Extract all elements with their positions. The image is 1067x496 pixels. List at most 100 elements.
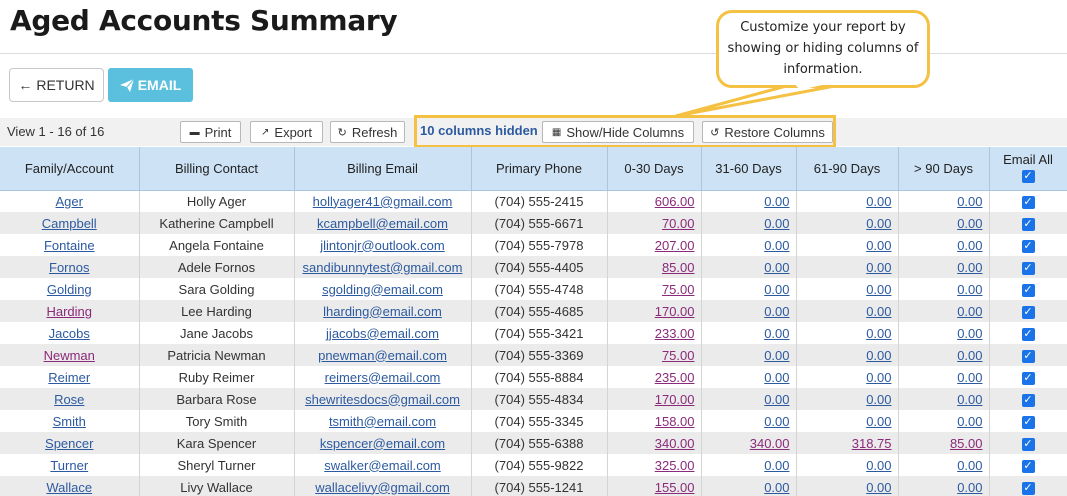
email-link[interactable]: shewritesdocs@gmail.com: [305, 392, 460, 407]
email-link[interactable]: kspencer@email.com: [320, 436, 445, 451]
email-link[interactable]: jlintonjr@outlook.com: [320, 238, 444, 253]
email-link[interactable]: wallacelivy@gmail.com: [315, 480, 450, 495]
amount-90-plus-link[interactable]: 0.00: [957, 370, 982, 385]
amount-90-plus-link[interactable]: 0.00: [957, 282, 982, 297]
account-link[interactable]: Reimer: [48, 370, 90, 385]
amount-61-90-link[interactable]: 0.00: [866, 458, 891, 473]
amount-61-90-link[interactable]: 0.00: [866, 304, 891, 319]
email-select-checkbox[interactable]: ✓: [1021, 393, 1035, 407]
amount-0-30-link[interactable]: 85.00: [662, 260, 695, 275]
amount-31-60-link[interactable]: 340.00: [750, 436, 790, 451]
account-link[interactable]: Ager: [56, 194, 83, 209]
email-select-checkbox[interactable]: ✓: [1021, 283, 1035, 297]
email-select-checkbox[interactable]: ✓: [1021, 349, 1035, 363]
email-select-checkbox[interactable]: ✓: [1021, 327, 1035, 341]
amount-0-30-link[interactable]: 75.00: [662, 282, 695, 297]
amount-90-plus-link[interactable]: 0.00: [957, 238, 982, 253]
amount-61-90-link[interactable]: 0.00: [866, 370, 891, 385]
amount-90-plus-link[interactable]: 0.00: [957, 304, 982, 319]
amount-31-60-link[interactable]: 0.00: [764, 480, 789, 495]
amount-90-plus-link[interactable]: 0.00: [957, 216, 982, 231]
email-link[interactable]: lharding@email.com: [323, 304, 442, 319]
email-link[interactable]: sandibunnytest@gmail.com: [303, 260, 463, 275]
amount-31-60-link[interactable]: 0.00: [764, 194, 789, 209]
amount-0-30-link[interactable]: 158.00: [655, 414, 695, 429]
amount-0-30-link[interactable]: 70.00: [662, 216, 695, 231]
amount-31-60-link[interactable]: 0.00: [764, 282, 789, 297]
column-header-contact[interactable]: Billing Contact: [139, 147, 295, 191]
amount-61-90-link[interactable]: 0.00: [866, 348, 891, 363]
print-button[interactable]: ▬ Print: [180, 121, 241, 143]
account-link[interactable]: Golding: [47, 282, 92, 297]
return-button[interactable]: ← RETURN: [9, 68, 104, 102]
email-select-checkbox[interactable]: ✓: [1021, 217, 1035, 231]
account-link[interactable]: Rose: [54, 392, 84, 407]
email-link[interactable]: hollyager41@gmail.com: [313, 194, 453, 209]
email-select-checkbox[interactable]: ✓: [1021, 481, 1035, 495]
email-select-checkbox[interactable]: ✓: [1021, 459, 1035, 473]
amount-0-30-link[interactable]: 233.00: [655, 326, 695, 341]
amount-61-90-link[interactable]: 0.00: [866, 194, 891, 209]
amount-90-plus-link[interactable]: 0.00: [957, 194, 982, 209]
amount-61-90-link[interactable]: 0.00: [866, 238, 891, 253]
amount-90-plus-link[interactable]: 0.00: [957, 260, 982, 275]
amount-61-90-link[interactable]: 0.00: [866, 216, 891, 231]
amount-31-60-link[interactable]: 0.00: [764, 326, 789, 341]
account-link[interactable]: Campbell: [42, 216, 97, 231]
amount-0-30-link[interactable]: 207.00: [655, 238, 695, 253]
email-link[interactable]: jjacobs@email.com: [326, 326, 439, 341]
refresh-button[interactable]: ↻ Refresh: [330, 121, 405, 143]
column-header-email[interactable]: Billing Email: [294, 147, 472, 191]
account-link[interactable]: Spencer: [45, 436, 93, 451]
amount-90-plus-link[interactable]: 0.00: [957, 414, 982, 429]
amount-61-90-link[interactable]: 318.75: [852, 436, 892, 451]
export-button[interactable]: ↗ Export: [250, 121, 323, 143]
amount-31-60-link[interactable]: 0.00: [764, 348, 789, 363]
amount-0-30-link[interactable]: 75.00: [662, 348, 695, 363]
column-header-family[interactable]: Family/Account: [0, 147, 140, 191]
amount-90-plus-link[interactable]: 0.00: [957, 348, 982, 363]
amount-90-plus-link[interactable]: 0.00: [957, 458, 982, 473]
column-header-31-60[interactable]: 31-60 Days: [701, 147, 797, 191]
amount-90-plus-link[interactable]: 0.00: [957, 480, 982, 495]
amount-31-60-link[interactable]: 0.00: [764, 392, 789, 407]
amount-31-60-link[interactable]: 0.00: [764, 238, 789, 253]
email-button[interactable]: EMAIL: [108, 68, 193, 102]
email-select-checkbox[interactable]: ✓: [1021, 261, 1035, 275]
amount-90-plus-link[interactable]: 85.00: [950, 436, 983, 451]
amount-0-30-link[interactable]: 170.00: [655, 392, 695, 407]
account-link[interactable]: Harding: [46, 304, 92, 319]
amount-0-30-link[interactable]: 340.00: [655, 436, 695, 451]
amount-61-90-link[interactable]: 0.00: [866, 414, 891, 429]
email-select-checkbox[interactable]: ✓: [1021, 305, 1035, 319]
email-select-checkbox[interactable]: ✓: [1021, 195, 1035, 209]
column-header-90-plus[interactable]: > 90 Days: [898, 147, 990, 191]
amount-31-60-link[interactable]: 0.00: [764, 414, 789, 429]
account-link[interactable]: Smith: [53, 414, 86, 429]
column-header-61-90[interactable]: 61-90 Days: [796, 147, 899, 191]
amount-61-90-link[interactable]: 0.00: [866, 480, 891, 495]
amount-31-60-link[interactable]: 0.00: [764, 370, 789, 385]
column-header-0-30[interactable]: 0-30 Days: [607, 147, 702, 191]
amount-31-60-link[interactable]: 0.00: [764, 216, 789, 231]
amount-31-60-link[interactable]: 0.00: [764, 260, 789, 275]
amount-61-90-link[interactable]: 0.00: [866, 282, 891, 297]
amount-90-plus-link[interactable]: 0.00: [957, 326, 982, 341]
amount-0-30-link[interactable]: 606.00: [655, 194, 695, 209]
email-link[interactable]: pnewman@email.com: [318, 348, 447, 363]
email-link[interactable]: tsmith@email.com: [329, 414, 436, 429]
amount-61-90-link[interactable]: 0.00: [866, 326, 891, 341]
account-link[interactable]: Turner: [50, 458, 88, 473]
email-link[interactable]: swalker@email.com: [324, 458, 441, 473]
email-select-checkbox[interactable]: ✓: [1021, 371, 1035, 385]
account-link[interactable]: Fontaine: [44, 238, 95, 253]
amount-0-30-link[interactable]: 325.00: [655, 458, 695, 473]
amount-61-90-link[interactable]: 0.00: [866, 392, 891, 407]
amount-31-60-link[interactable]: 0.00: [764, 304, 789, 319]
email-select-checkbox[interactable]: ✓: [1021, 437, 1035, 451]
account-link[interactable]: Newman: [44, 348, 95, 363]
amount-0-30-link[interactable]: 235.00: [655, 370, 695, 385]
account-link[interactable]: Jacobs: [49, 326, 90, 341]
amount-0-30-link[interactable]: 170.00: [655, 304, 695, 319]
account-link[interactable]: Fornos: [49, 260, 89, 275]
